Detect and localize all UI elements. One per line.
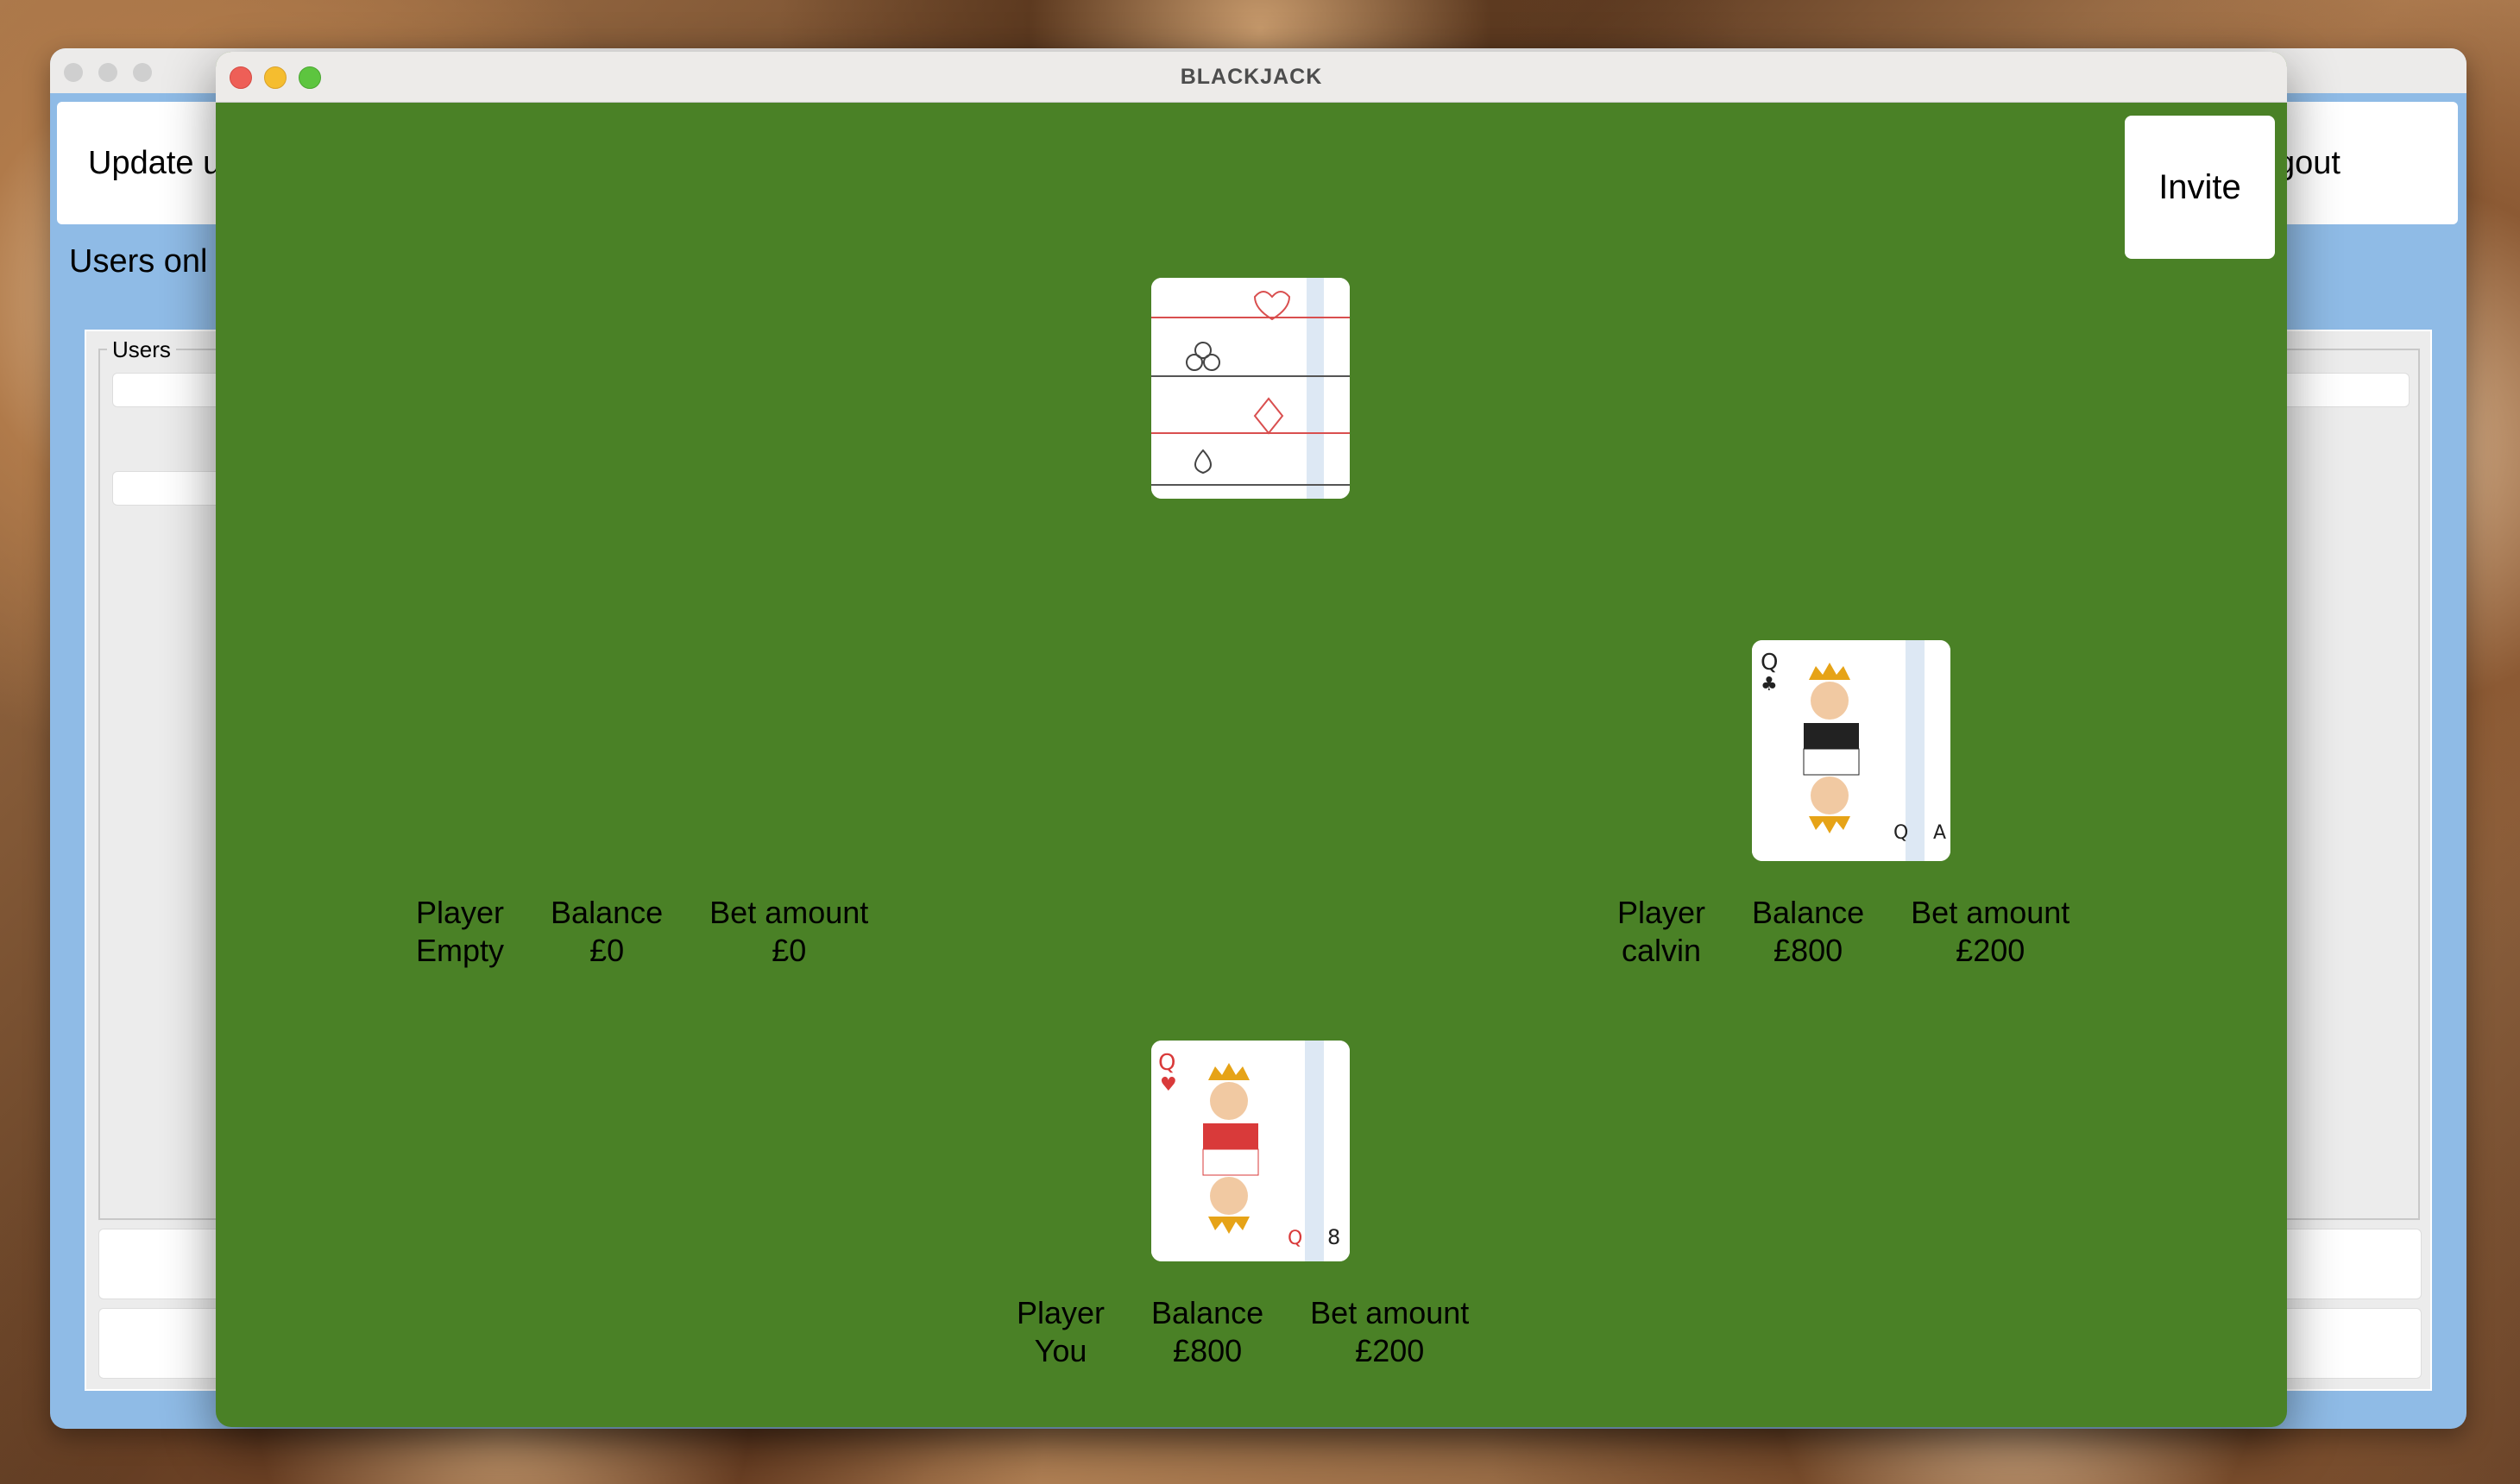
player-balance: £800	[1173, 1333, 1243, 1368]
titlebar: BLACKJACK	[216, 52, 2287, 103]
player-bet: £200	[1956, 933, 2025, 968]
player-card: Q ♥ Q 8	[1151, 1041, 1350, 1261]
svg-text:Q: Q	[1761, 650, 1778, 676]
bet-header: Bet amount	[709, 895, 869, 930]
balance-header: Balance	[551, 895, 664, 930]
svg-text:Q: Q	[1158, 1050, 1175, 1076]
player-name: calvin	[1622, 933, 1702, 968]
svg-text:A: A	[1933, 822, 1946, 844]
player-header: Player	[416, 895, 505, 930]
svg-text:8: 8	[1327, 1225, 1340, 1249]
users-group-label: Users	[107, 336, 176, 363]
zoom-icon[interactable]	[133, 63, 152, 82]
invite-button[interactable]: Invite	[2125, 116, 2275, 259]
queen-of-clubs-icon: Q ♣ Q A	[1752, 640, 1950, 861]
minimize-icon[interactable]	[98, 63, 117, 82]
player-card: Q ♣ Q A	[1752, 640, 1950, 861]
seat-info-empty: Player Empty Balance £0 Bet amount £0	[416, 894, 868, 970]
svg-text:♣: ♣	[1761, 674, 1778, 695]
player-name: Empty	[416, 933, 505, 968]
svg-text:Q: Q	[1288, 1228, 1302, 1249]
card-back-icon	[1151, 278, 1350, 499]
queen-of-hearts-icon: Q ♥ Q 8	[1151, 1041, 1350, 1261]
player-header: Player	[1017, 1295, 1106, 1330]
balance-header: Balance	[1151, 1295, 1264, 1330]
bet-header: Bet amount	[1310, 1295, 1470, 1330]
svg-text:♥: ♥	[1160, 1074, 1177, 1096]
player-bet: £200	[1355, 1333, 1425, 1368]
seat-info-you: Player You Balance £800 Bet amount £200	[1017, 1294, 1469, 1370]
seat-info-calvin: Player calvin Balance £800 Bet amount £2…	[1617, 894, 2070, 970]
close-icon[interactable]	[64, 63, 83, 82]
player-balance: £0	[589, 933, 625, 968]
window-title: BLACKJACK	[1180, 65, 1323, 89]
bet-header: Bet amount	[1911, 895, 2070, 930]
blackjack-window: BLACKJACK Invite Q ♣ Q A Q ♥ Q 8 Player …	[216, 52, 2287, 1427]
player-name: You	[1034, 1333, 1087, 1368]
player-header: Player	[1617, 895, 1706, 930]
player-balance: £800	[1773, 933, 1843, 968]
svg-text:Q: Q	[1893, 822, 1908, 844]
balance-header: Balance	[1752, 895, 1865, 930]
users-online-label: Users onl	[69, 243, 208, 280]
player-bet: £0	[772, 933, 807, 968]
dealer-card-back	[1151, 278, 1350, 499]
